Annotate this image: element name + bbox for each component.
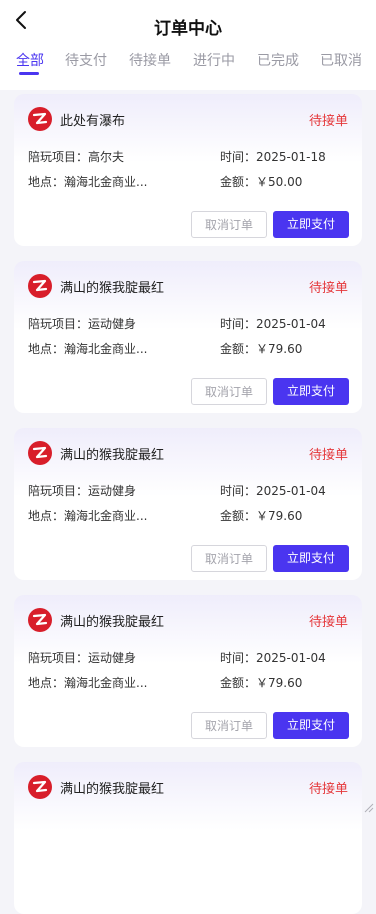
cancel-order-button[interactable]: 取消订单 (191, 211, 267, 238)
cancel-order-button[interactable]: 取消订单 (191, 378, 267, 405)
pay-now-button[interactable]: 立即支付 (273, 378, 349, 405)
order-tabs: 全部 待支付 待接单 进行中 已完成 已取消 (0, 50, 376, 78)
order-time: 时间：2025-01-04 (220, 317, 326, 331)
order-status: 待接单 (308, 114, 348, 129)
cancel-order-button[interactable]: 取消订单 (191, 545, 267, 572)
order-place: 地点：瀚海北金商业... (28, 509, 148, 523)
tab-pending-accept[interactable]: 待接单 (129, 50, 171, 70)
order-card[interactable]: 此处有瀑布 待接单 陪玩项目：高尔夫 时间：2025-01-18 地点：瀚海北金… (14, 94, 362, 246)
order-status: 待接单 (308, 448, 348, 463)
companion-logo-icon (28, 441, 52, 465)
order-place: 地点：瀚海北金商业... (28, 175, 148, 189)
pay-now-button[interactable]: 立即支付 (273, 545, 349, 572)
tab-all[interactable]: 全部 (16, 50, 44, 70)
order-card[interactable]: 满山的猴我腚最红 待接单 陪玩项目：运动健身 时间：2025-01-04 地点：… (14, 595, 362, 747)
order-status: 待接单 (308, 615, 348, 630)
pay-now-button[interactable]: 立即支付 (273, 211, 349, 238)
resize-handle-icon[interactable] (362, 801, 374, 813)
order-status: 待接单 (308, 782, 348, 797)
order-time: 时间：2025-01-04 (220, 651, 326, 665)
order-name: 满山的猴我腚最红 (60, 782, 165, 797)
order-amount: 金额：￥79.60 (220, 342, 303, 356)
order-card[interactable]: 满山的猴我腚最红 待接单 陪玩项目：运动健身 时间：2025-01-04 地点：… (14, 261, 362, 413)
order-project: 陪玩项目：运动健身 (28, 317, 137, 331)
order-time: 时间：2025-01-04 (220, 484, 326, 498)
order-name: 满山的猴我腚最红 (60, 281, 165, 296)
order-card[interactable]: 满山的猴我腚最红 待接单 (14, 762, 362, 914)
tab-completed[interactable]: 已完成 (257, 50, 299, 70)
order-project: 陪玩项目：运动健身 (28, 651, 137, 665)
active-tab-indicator (19, 72, 39, 75)
order-name: 满山的猴我腚最红 (60, 615, 165, 630)
tab-cancelled[interactable]: 已取消 (320, 50, 362, 70)
companion-logo-icon (28, 775, 52, 799)
order-card[interactable]: 满山的猴我腚最红 待接单 陪玩项目：运动健身 时间：2025-01-04 地点：… (14, 428, 362, 580)
order-amount: 金额：￥50.00 (220, 175, 303, 189)
tab-in-progress[interactable]: 进行中 (193, 50, 235, 70)
companion-logo-icon (28, 107, 52, 131)
order-amount: 金额：￥79.60 (220, 509, 303, 523)
tab-pending-payment[interactable]: 待支付 (65, 50, 107, 70)
header-bar: 订单中心 全部 待支付 待接单 进行中 已完成 已取消 (0, 0, 376, 90)
order-project: 陪玩项目：高尔夫 (28, 150, 125, 164)
page-title: 订单中心 (154, 19, 222, 39)
order-name: 此处有瀑布 (60, 114, 126, 129)
companion-logo-icon (28, 608, 52, 632)
order-name: 满山的猴我腚最红 (60, 448, 165, 463)
order-place: 地点：瀚海北金商业... (28, 342, 148, 356)
cancel-order-button[interactable]: 取消订单 (191, 712, 267, 739)
order-place: 地点：瀚海北金商业... (28, 676, 148, 690)
order-time: 时间：2025-01-18 (220, 150, 326, 164)
order-status: 待接单 (308, 281, 348, 296)
companion-logo-icon (28, 274, 52, 298)
pay-now-button[interactable]: 立即支付 (273, 712, 349, 739)
order-amount: 金额：￥79.60 (220, 676, 303, 690)
order-project: 陪玩项目：运动健身 (28, 484, 137, 498)
